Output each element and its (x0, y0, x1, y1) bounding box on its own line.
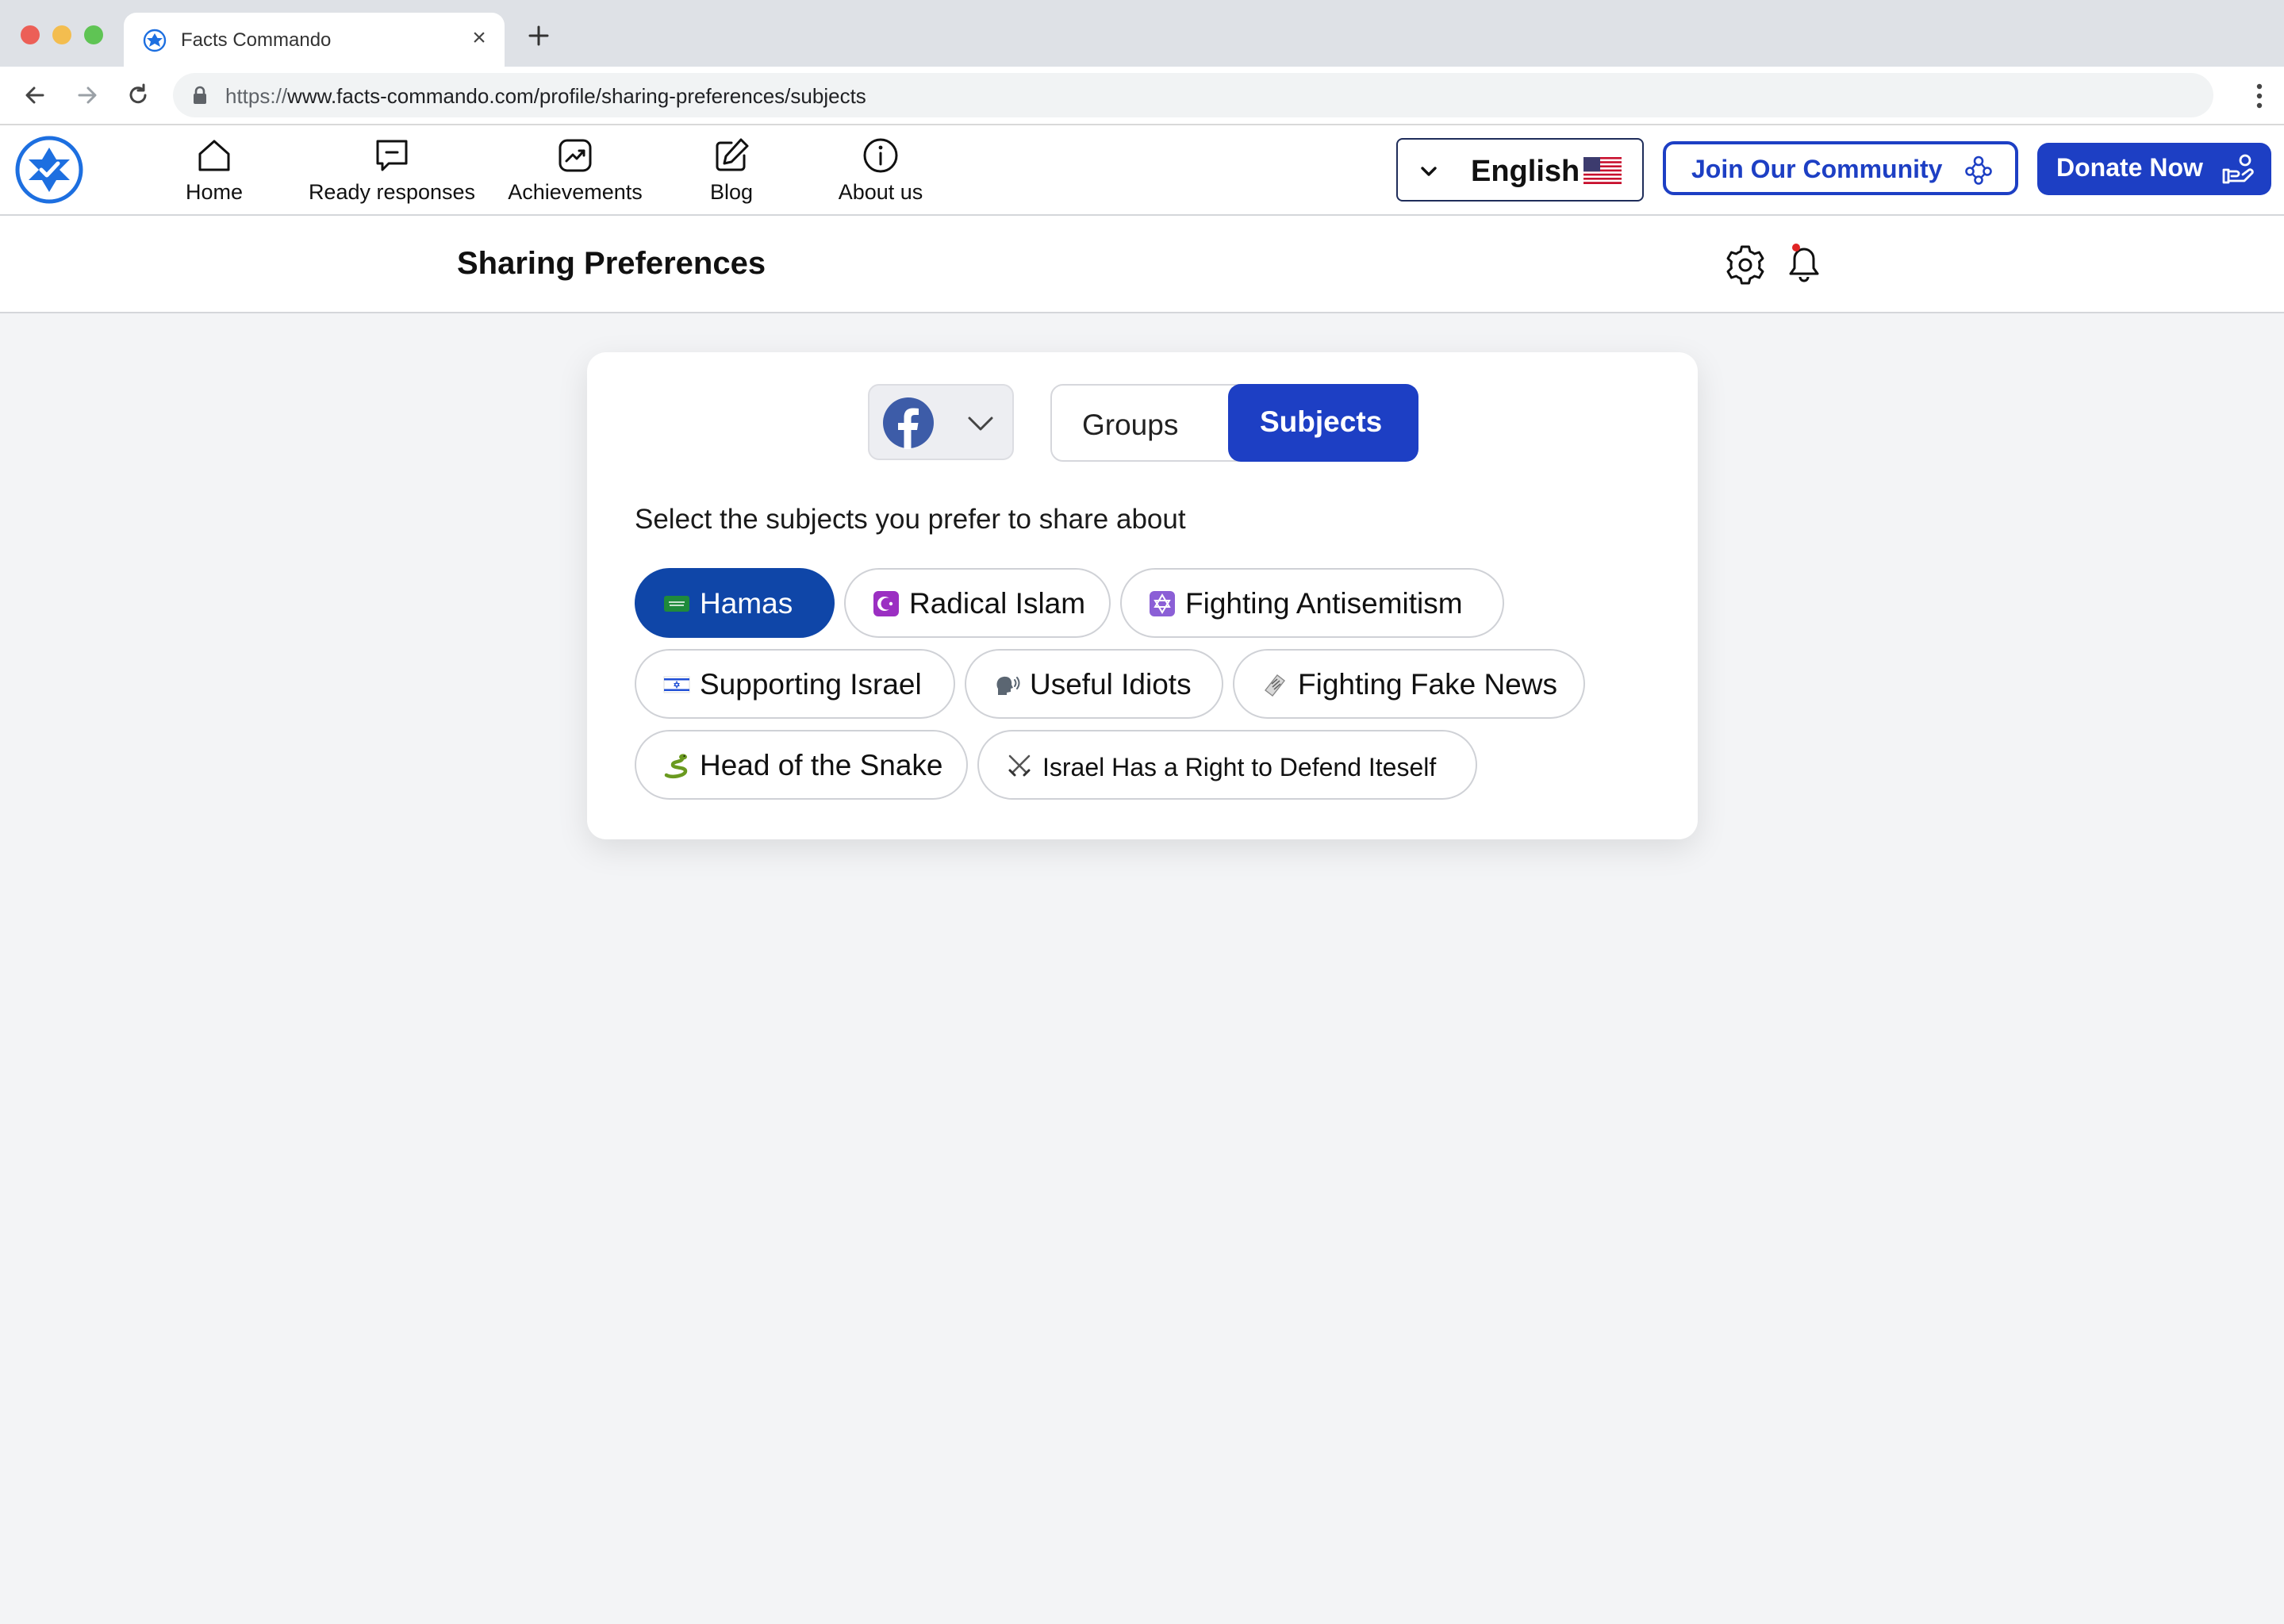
snake-icon (664, 754, 688, 779)
browser-tab[interactable]: Facts Commando × (124, 13, 505, 67)
donate-label: Donate Now (2056, 153, 2203, 182)
nav-ready-responses-label: Ready responses (308, 180, 476, 204)
page-title: Sharing Preferences (457, 246, 766, 281)
browser-tab-bar: Facts Commando × (0, 0, 2284, 67)
join-community-label: Join Our Community (1691, 155, 1943, 183)
subjects-prompt: Select the subjects you prefer to share … (635, 504, 1186, 535)
reload-icon[interactable] (124, 81, 152, 109)
nav-achievements[interactable]: Achievements (500, 135, 651, 208)
subject-label: Fighting Fake News (1298, 668, 1557, 701)
subject-label: Supporting Israel (700, 668, 922, 701)
nav-ready-responses[interactable]: Ready responses (298, 135, 486, 208)
join-community-button[interactable]: Join Our Community (1663, 141, 2018, 195)
window-close-button[interactable] (21, 25, 40, 44)
subject-chip-head-of-the-snake[interactable]: Head of the Snake (635, 730, 968, 800)
tab-subjects[interactable]: Subjects (1228, 384, 1418, 462)
subject-label: Head of the Snake (700, 749, 943, 781)
subject-chip-israel-has-a-right-to-defend-itself[interactable]: Israel Has a Right to Defend Iteself (977, 730, 1477, 800)
site-header: Home Ready responses Achievements Blog A… (0, 125, 2284, 216)
url-text: https://www.facts-commando.com/profile/s… (225, 84, 866, 108)
settings-gear-icon[interactable] (1723, 243, 1768, 287)
tab-groups-label: Groups (1082, 409, 1179, 441)
nav-home-label: Home (185, 180, 244, 204)
nav-about-us[interactable]: About us (825, 135, 936, 208)
page-title-bar: Sharing Preferences (0, 216, 2284, 313)
window-minimize-button[interactable] (52, 25, 71, 44)
subject-chip-fighting-fake-news[interactable]: Fighting Fake News (1233, 649, 1585, 719)
info-icon (863, 138, 898, 173)
forward-arrow-icon[interactable] (73, 81, 102, 109)
nav-about-us-label: About us (838, 180, 923, 204)
trending-icon (559, 139, 592, 172)
subject-chip-hamas[interactable]: Hamas (635, 568, 835, 638)
nav-blog[interactable]: Blog (692, 135, 771, 208)
address-bar: https://www.facts-commando.com/profile/s… (0, 67, 2284, 125)
chevron-down-icon (1421, 167, 1437, 176)
subject-chip-useful-idiots[interactable]: Useful Idiots (965, 649, 1223, 719)
donate-hand-icon (2222, 154, 2254, 184)
sharing-preferences-card: Groups Subjects Select the subjects you … (587, 352, 1698, 839)
facts-commando-logo-icon[interactable] (14, 135, 84, 205)
back-arrow-icon[interactable] (21, 81, 49, 109)
flag-icon (664, 596, 689, 612)
star-and-crescent-icon (873, 591, 899, 616)
language-label: English (1471, 155, 1580, 188)
notification-dot (1792, 244, 1800, 251)
facebook-icon (883, 397, 934, 449)
nav-blog-label: Blog (709, 180, 754, 204)
us-flag-icon (1583, 157, 1622, 184)
israel-flag-icon (663, 676, 690, 693)
community-icon (1965, 155, 1992, 185)
window-maximize-button[interactable] (84, 25, 103, 44)
site-favicon-icon (143, 29, 167, 52)
chevron-down-icon (968, 417, 993, 431)
groups-subjects-toggle: Groups Subjects (1050, 384, 1418, 462)
subject-chip-fighting-antisemitism[interactable]: Fighting Antisemitism (1120, 568, 1504, 638)
subject-label: Israel Has a Right to Defend Iteself (1042, 753, 1437, 781)
tab-title: Facts Commando (181, 29, 332, 51)
platform-select[interactable] (868, 384, 1014, 460)
donate-button[interactable]: Donate Now (2037, 143, 2271, 195)
star-of-david-icon (1150, 591, 1175, 616)
nav-achievements-label: Achievements (508, 180, 643, 204)
speaking-head-icon (996, 676, 1020, 695)
subject-chip-supporting-israel[interactable]: Supporting Israel (635, 649, 955, 719)
subject-label: Fighting Antisemitism (1185, 587, 1463, 620)
chat-icon (376, 140, 408, 171)
nav-home[interactable]: Home (173, 135, 255, 208)
newspaper-icon (1265, 674, 1285, 697)
crossed-swords-icon (1008, 754, 1031, 777)
url-field[interactable]: https://www.facts-commando.com/profile/s… (173, 73, 2213, 117)
browser-menu-icon[interactable] (2255, 83, 2263, 109)
subject-chip-radical-islam[interactable]: Radical Islam (844, 568, 1111, 638)
home-icon (198, 140, 230, 171)
language-select[interactable]: English (1396, 138, 1644, 202)
subject-label: Radical Islam (909, 587, 1086, 620)
tab-subjects-label: Subjects (1260, 405, 1383, 438)
subject-label: Hamas (700, 587, 793, 620)
notifications-bell-icon[interactable] (1785, 241, 1823, 286)
lock-icon (194, 86, 206, 104)
subject-label: Useful Idiots (1030, 668, 1192, 701)
tab-groups[interactable]: Groups (1052, 386, 1230, 460)
edit-icon (716, 138, 749, 171)
new-tab-icon[interactable] (527, 24, 551, 48)
tab-close-icon[interactable]: × (468, 26, 490, 50)
